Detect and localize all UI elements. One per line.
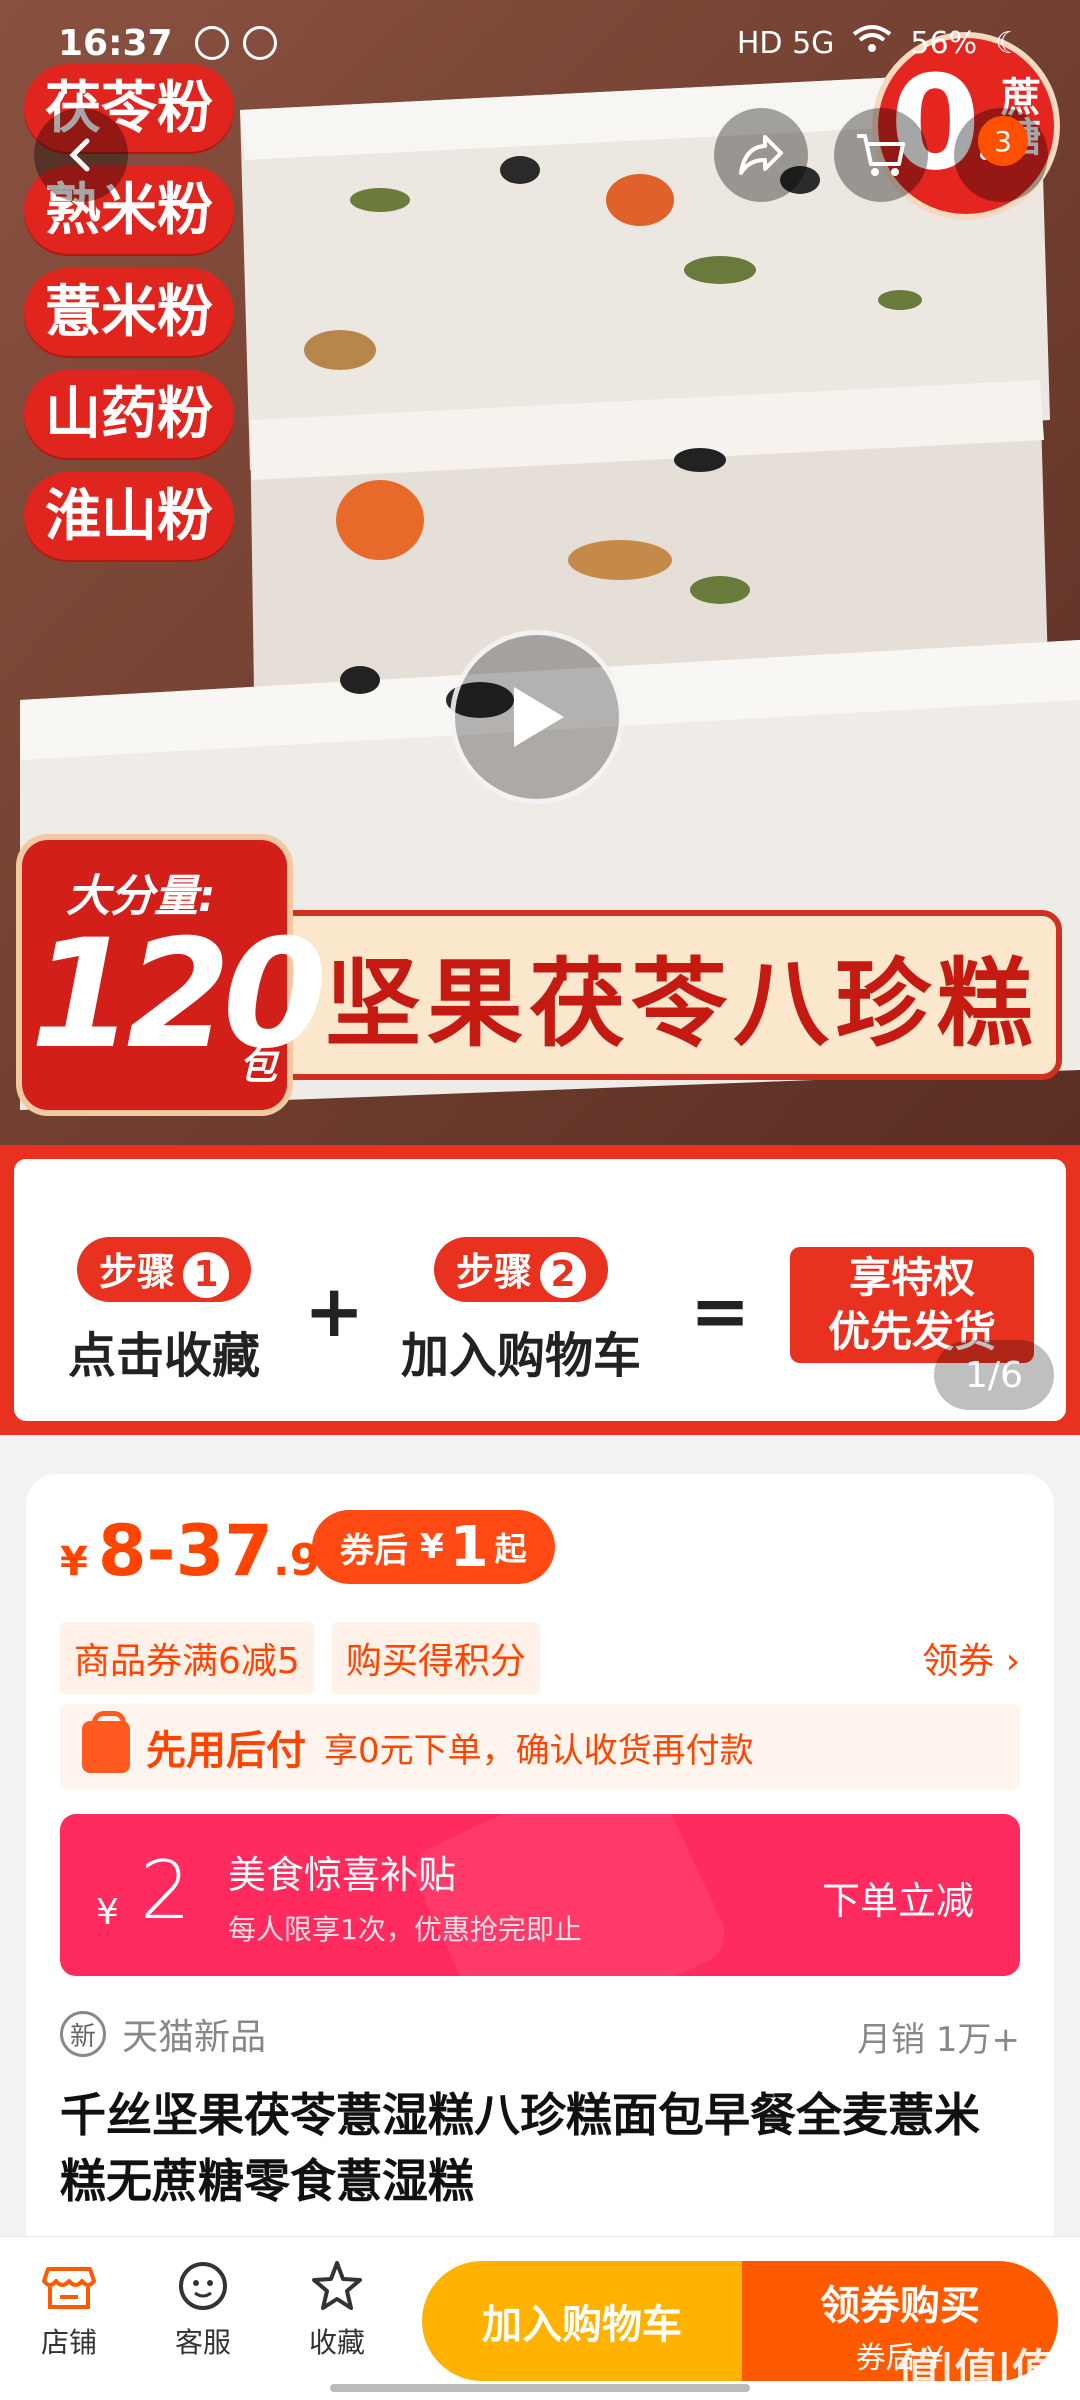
product-title: 千丝坚果茯苓薏湿糕八珍糕面包早餐全麦薏米糕无蔗糖零食薏湿糕: [60, 2088, 980, 2208]
product-banner: 坚果茯苓八珍糕 大分量: 120 包: [22, 840, 1062, 1115]
subsidy-amount: 2: [140, 1844, 191, 1937]
banner-title: 坚果茯苓八珍糕: [325, 946, 1039, 1060]
share-icon: [739, 135, 783, 175]
after-coupon-suffix: 起: [494, 1530, 527, 1568]
price: ¥ 8-37 .99: [60, 1510, 351, 1592]
quantity-tag: 大分量: 120 包: [22, 840, 327, 1110]
coupon-tags: 商品券满6减5 购买得积分: [60, 1622, 540, 1694]
add-to-cart-button[interactable]: 加入购物车: [422, 2261, 742, 2381]
pay-later-desc: 享0元下单，确认收货再付款: [324, 1730, 754, 1771]
subsidy-title: 美食惊喜补贴: [228, 1853, 457, 1897]
wifi-icon: [852, 24, 892, 62]
step-2: 步骤 2 加入购物车: [376, 1237, 666, 1386]
tmall-new-label: 天猫新品: [122, 2017, 267, 2058]
promo-steps-strip[interactable]: 步骤 1 点击收藏 + 步骤 2 加入购物车 = 享特权 优先发货: [0, 1145, 1080, 1435]
moon-icon: ☾: [995, 25, 1022, 61]
step-2-text: 加入购物车: [400, 1327, 641, 1384]
chat-icon: [176, 2259, 230, 2313]
cart-icon: [857, 134, 905, 176]
store-icon: [42, 2259, 96, 2313]
cart-button[interactable]: [834, 108, 928, 202]
banner-title-bar: 坚果茯苓八珍糕: [242, 910, 1062, 1080]
network-icon: HD 5G: [736, 25, 835, 61]
service-label: 客服: [174, 2326, 231, 2359]
gallery-page-indicator: 1/6: [934, 1340, 1054, 1410]
buy-label: 领券购买: [820, 2283, 980, 2329]
back-button[interactable]: [34, 108, 128, 202]
after-coupon-price-badge: 券后 ¥ 1 起: [312, 1510, 555, 1584]
share-button[interactable]: [714, 108, 808, 202]
price-currency: ¥: [60, 1539, 88, 1585]
get-coupon-link[interactable]: 领券 ›: [922, 1632, 1020, 1684]
promo-steps-card: 步骤 1 点击收藏 + 步骤 2 加入购物车 = 享特权 优先发货: [14, 1159, 1066, 1421]
step-2-pill: 步骤 2: [433, 1237, 608, 1302]
ingredient-label: 淮山粉: [24, 472, 234, 560]
step-1: 步骤 1 点击收藏: [44, 1237, 284, 1386]
shopping-bag-icon: [82, 1711, 130, 1773]
ingredient-label: 山药粉: [24, 370, 234, 458]
chevron-left-icon: [69, 138, 90, 172]
pay-later-title: 先用后付: [146, 1728, 306, 1774]
privilege-line-1: 享特权: [848, 1253, 975, 1302]
price-range: 8-37: [97, 1510, 274, 1592]
favorite-label: 收藏: [308, 2326, 365, 2359]
equals-sign: =: [690, 1269, 751, 1353]
hero-media[interactable]: 16:37 HD 5G 56% ☾ 茯苓粉 熟米粉 薏米粉 山药粉 淮山粉 0: [0, 0, 1080, 1145]
product-detail-page: 16:37 HD 5G 56% ☾ 茯苓粉 熟米粉 薏米粉 山药粉 淮山粉 0: [0, 0, 1080, 2400]
status-app-icons: [194, 26, 277, 60]
store-button[interactable]: 店铺: [14, 2259, 124, 2361]
after-coupon-amount: 1: [449, 1514, 489, 1580]
new-badge: 新: [60, 2011, 106, 2057]
status-bar: 16:37 HD 5G 56% ☾: [0, 0, 1080, 86]
cart-count-badge: 3: [978, 116, 1028, 166]
food-subsidy-banner[interactable]: ¥ 2 美食惊喜补贴 每人限享1次，优惠抢完即止 下单立减: [60, 1814, 1020, 1976]
battery-level: 56%: [910, 25, 978, 61]
app-icon: [242, 26, 277, 60]
subsidy-cta[interactable]: 下单立减: [822, 1870, 974, 1925]
plus-sign: +: [304, 1269, 365, 1353]
favorite-button[interactable]: 收藏: [282, 2259, 392, 2361]
step-1-text: 点击收藏: [67, 1327, 260, 1384]
subsidy-currency: ¥: [96, 1892, 119, 1933]
status-time: 16:37: [58, 22, 173, 64]
play-video-button[interactable]: [450, 630, 624, 804]
play-icon: [514, 687, 564, 747]
subsidy-desc: 每人限享1次，优惠抢完即止: [228, 1913, 582, 1946]
ingredient-label: 薏米粉: [24, 268, 234, 356]
after-coupon-label: 券后: [340, 1530, 408, 1571]
coupon-tag[interactable]: 商品券满6减5: [60, 1622, 314, 1694]
home-indicator[interactable]: [330, 2384, 750, 2392]
quantity-tag-unit: 包: [238, 1044, 277, 1088]
notification-icon: [194, 26, 229, 60]
site-watermark: 值|值|值: [897, 2345, 1054, 2394]
monthly-sales: 月销 1万+: [857, 2020, 1020, 2060]
pay-later-banner[interactable]: 先用后付 享0元下单，确认收货再付款: [60, 1704, 1020, 1790]
customer-service-button[interactable]: 客服: [148, 2259, 258, 2361]
store-label: 店铺: [40, 2326, 97, 2359]
product-info-card: ¥ 8-37 .99 券后 ¥ 1 起 商品券满6减5 购买得积分 领券 › 先…: [26, 1474, 1054, 2264]
step-1-pill: 步骤 1: [76, 1237, 251, 1302]
tmall-new-row: 新 天猫新品: [60, 2008, 266, 2060]
status-right: HD 5G 56% ☾: [737, 24, 1022, 62]
after-coupon-currency: ¥: [420, 1527, 444, 1567]
star-icon: [310, 2259, 364, 2313]
points-tag[interactable]: 购买得积分: [331, 1622, 540, 1694]
